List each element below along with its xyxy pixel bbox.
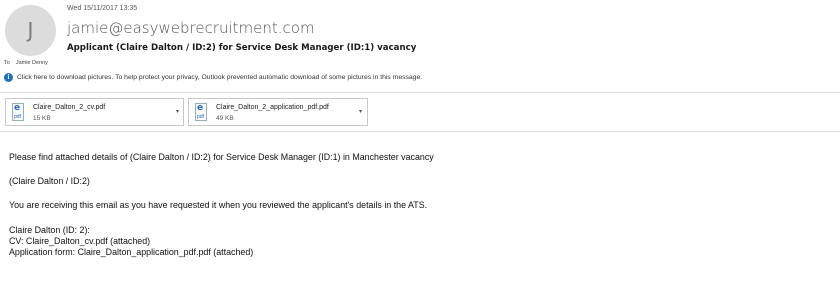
attachments-divider [0, 131, 840, 132]
attachment-size: 49 KB [216, 115, 234, 122]
download-pictures-text[interactable]: Click here to download pictures. To help… [17, 74, 422, 81]
pdf-file-icon: e pdf [195, 103, 207, 121]
recipient-line: To Jamie Denny [4, 60, 48, 66]
attachment-item[interactable]: e pdf Claire_Dalton_2_cv.pdf 15 KB ▾ [5, 98, 184, 126]
chevron-down-icon[interactable]: ▾ [359, 108, 362, 115]
pdf-file-icon: e pdf [12, 103, 24, 121]
attachment-size: 15 KB [33, 115, 51, 122]
message-subject: Applicant (Claire Dalton / ID:2) for Ser… [67, 43, 417, 53]
body-line: (Claire Dalton / ID:2) [9, 176, 90, 186]
message-date: Wed 15/11/2017 13:35 [67, 5, 138, 12]
body-line: Claire Dalton (ID: 2): [9, 225, 90, 235]
sender-avatar[interactable]: J [5, 5, 56, 56]
sender-address[interactable]: jamie@easywebrecruitment.com [67, 19, 315, 37]
chevron-down-icon[interactable]: ▾ [176, 108, 179, 115]
attachment-item[interactable]: e pdf Claire_Dalton_2_application_pdf.pd… [188, 98, 368, 126]
to-label: To [4, 60, 10, 66]
attachment-name: Claire_Dalton_2_cv.pdf [33, 104, 106, 111]
body-line: You are receiving this email as you have… [9, 200, 428, 210]
recipient-name[interactable]: Jamie Denny [16, 60, 48, 66]
message-header: J Wed 15/11/2017 13:35 jamie@easywebrecr… [0, 0, 840, 96]
header-divider [0, 92, 840, 93]
download-pictures-bar[interactable]: i Click here to download pictures. To he… [4, 73, 422, 82]
body-line: CV: Claire_Dalton_cv.pdf (attached) [9, 236, 151, 246]
body-line: Application form: Claire_Dalton_applicat… [9, 247, 254, 257]
info-icon: i [4, 73, 13, 82]
attachment-name: Claire_Dalton_2_application_pdf.pdf [216, 104, 329, 111]
body-line: Please find attached details of (Claire … [9, 152, 434, 162]
